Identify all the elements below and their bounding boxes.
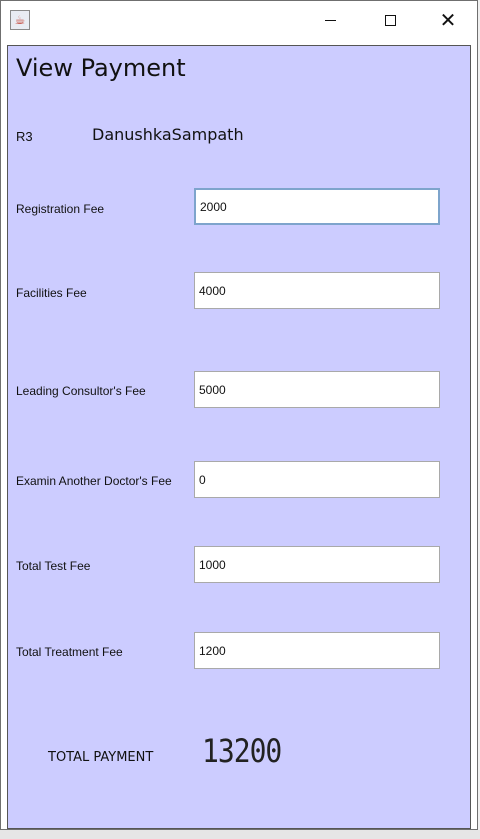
facilities-fee-label: Facilities Fee [16, 286, 87, 300]
minimize-icon [324, 19, 336, 21]
patient-name: DanushkaSampath [92, 125, 244, 144]
examin-another-doctor-fee-label: Examin Another Doctor's Fee [16, 474, 172, 488]
minimize-button[interactable] [301, 1, 359, 39]
total-test-fee-label: Total Test Fee [16, 559, 91, 573]
total-payment-label: TOTAL PAYMENT [48, 750, 154, 765]
total-test-fee-field[interactable] [194, 546, 440, 583]
maximize-icon [384, 14, 396, 26]
total-payment-value: 13200 [202, 732, 282, 770]
payment-panel: View Payment R3 DanushkaSampath Registra… [7, 45, 471, 829]
java-cup-icon[interactable]: ☕ [10, 10, 30, 30]
total-treatment-fee-label: Total Treatment Fee [16, 645, 123, 659]
registration-fee-field[interactable] [194, 188, 440, 225]
leading-consultor-fee-field[interactable] [194, 371, 440, 408]
background-strip [0, 830, 480, 839]
close-icon: ✕ [439, 8, 457, 32]
total-treatment-fee-field[interactable] [194, 632, 440, 669]
maximize-button[interactable] [361, 1, 419, 39]
registration-fee-label: Registration Fee [16, 202, 105, 216]
examin-another-doctor-fee-field[interactable] [194, 461, 440, 498]
leading-consultor-fee-label: Leading Consultor's Fee [16, 384, 146, 398]
page-title: View Payment [16, 54, 186, 82]
facilities-fee-field[interactable] [194, 272, 440, 309]
close-button[interactable]: ✕ [419, 1, 477, 39]
patient-id: R3 [16, 129, 33, 144]
app-window: ☕ ✕ View Payment R3 DanushkaSampath Regi… [0, 0, 478, 830]
title-bar[interactable]: ☕ ✕ [1, 1, 477, 39]
